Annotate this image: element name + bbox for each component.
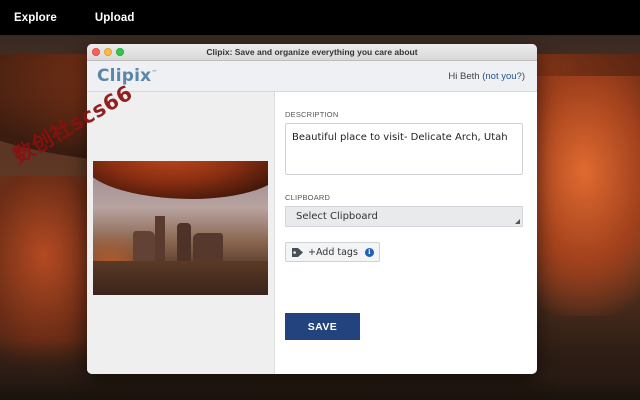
add-tags-label: +Add tags xyxy=(308,246,358,258)
caret-down-icon xyxy=(515,219,520,224)
window-title: Clipix: Save and organize everything you… xyxy=(206,47,418,57)
tag-icon xyxy=(291,247,304,258)
close-window-button[interactable] xyxy=(92,48,100,56)
description-input[interactable]: Beautiful place to visit- Delicate Arch,… xyxy=(285,123,523,175)
dialog-body: DESCRIPTION Beautiful place to visit- De… xyxy=(87,92,537,374)
clipboard-label: CLIPBOARD xyxy=(285,193,331,202)
minimize-window-button[interactable] xyxy=(104,48,112,56)
form-panel: DESCRIPTION Beautiful place to visit- De… xyxy=(275,92,537,374)
add-tags-button[interactable]: +Add tags i xyxy=(285,242,380,262)
nav-upload[interactable]: Upload xyxy=(95,12,135,24)
not-you-link[interactable]: not you? xyxy=(485,71,521,82)
background-glow-right xyxy=(520,76,640,316)
nav-explore[interactable]: Explore xyxy=(14,12,57,24)
clipboard-select[interactable]: Select Clipboard xyxy=(285,206,523,227)
window-titlebar[interactable]: Clipix: Save and organize everything you… xyxy=(87,44,537,61)
maximize-window-button[interactable] xyxy=(116,48,124,56)
clip-preview-image xyxy=(93,161,268,295)
dialog-header: Clipix™ Hi Beth (not you?) xyxy=(87,61,537,92)
window-controls xyxy=(92,48,124,56)
preview-panel xyxy=(87,92,275,374)
user-greeting: Hi Beth (not you?) xyxy=(448,70,525,82)
save-button[interactable]: SAVE xyxy=(285,313,360,340)
top-nav: Explore Upload xyxy=(0,0,640,36)
clipix-window: Clipix: Save and organize everything you… xyxy=(87,44,537,374)
info-icon[interactable]: i xyxy=(364,247,374,257)
clipboard-selected-value: Select Clipboard xyxy=(296,211,378,222)
greeting-text: Hi Beth xyxy=(448,70,480,82)
clipix-logo: Clipix™ xyxy=(97,66,158,86)
description-label: DESCRIPTION xyxy=(285,110,339,119)
